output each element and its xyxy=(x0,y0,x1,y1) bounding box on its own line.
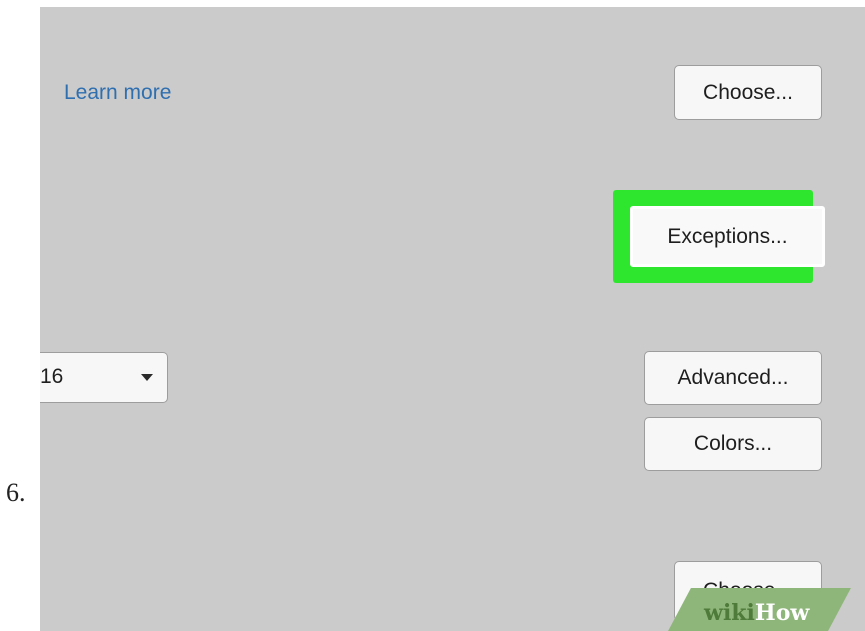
caret-down-icon xyxy=(141,374,153,381)
wikihow-watermark: wikiHow xyxy=(704,600,809,626)
tutorial-screenshot: 6. Learn more Choose... Exceptions... 16… xyxy=(0,0,865,631)
font-size-select-value: 16 xyxy=(40,365,64,388)
watermark-how: How xyxy=(754,600,810,626)
exceptions-button[interactable]: Exceptions... xyxy=(630,206,825,267)
colors-button[interactable]: Colors... xyxy=(644,417,822,471)
font-size-select[interactable]: 16 xyxy=(40,352,168,403)
step-number: 6. xyxy=(6,478,26,507)
learn-more-link[interactable]: Learn more xyxy=(64,81,171,105)
watermark-wiki: wiki xyxy=(704,600,755,626)
advanced-button[interactable]: Advanced... xyxy=(644,351,822,405)
choose-button-top[interactable]: Choose... xyxy=(674,65,822,120)
preferences-panel: Learn more Choose... Exceptions... 16 Ad… xyxy=(40,7,865,631)
